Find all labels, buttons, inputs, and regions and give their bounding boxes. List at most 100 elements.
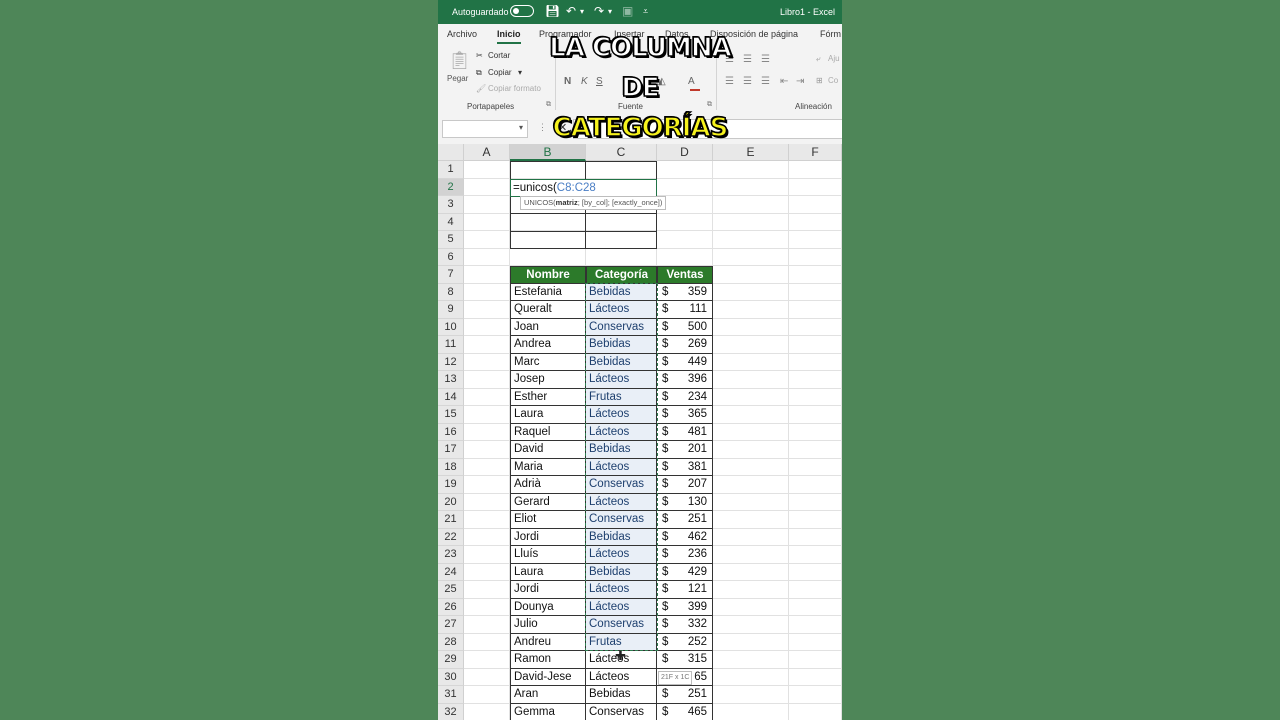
row-header-13[interactable]: 13 bbox=[438, 371, 464, 389]
table-cell-nombre[interactable]: Lluís bbox=[510, 546, 586, 564]
grid-cell[interactable] bbox=[464, 213, 510, 231]
table-cell-nombre[interactable]: Eliot bbox=[510, 511, 586, 529]
row-header-4[interactable]: 4 bbox=[438, 213, 464, 231]
table-cell-categoria[interactable]: Bebidas bbox=[586, 441, 657, 459]
grid-cell[interactable] bbox=[713, 668, 789, 686]
grid-cell[interactable] bbox=[713, 301, 789, 319]
table-cell-categoria[interactable]: Bebidas bbox=[586, 283, 657, 301]
grid-cell[interactable] bbox=[464, 231, 510, 249]
table-cell-nombre[interactable]: Joan bbox=[510, 318, 586, 336]
table-cell-ventas[interactable]: $121 bbox=[657, 581, 713, 599]
table-cell-nombre[interactable]: Marc bbox=[510, 353, 586, 371]
grid-cell[interactable] bbox=[464, 493, 510, 511]
table-header-cell[interactable]: Ventas bbox=[657, 266, 713, 284]
column-header-b[interactable]: B bbox=[510, 144, 586, 161]
grid-cell[interactable] bbox=[657, 231, 713, 249]
grid-cell[interactable] bbox=[464, 528, 510, 546]
grid-cell[interactable] bbox=[713, 546, 789, 564]
grid-cell[interactable] bbox=[464, 406, 510, 424]
table-cell-categoria[interactable]: Lácteos bbox=[586, 598, 657, 616]
row-header-6[interactable]: 6 bbox=[438, 248, 464, 266]
table-cell-categoria[interactable]: Lácteos bbox=[586, 406, 657, 424]
table-cell-nombre[interactable]: Gerard bbox=[510, 493, 586, 511]
grid-cell[interactable] bbox=[789, 651, 842, 669]
grid-cell[interactable] bbox=[789, 213, 842, 231]
grid-cell[interactable] bbox=[713, 598, 789, 616]
table-cell-ventas[interactable]: $130 bbox=[657, 493, 713, 511]
grid-cell[interactable] bbox=[464, 371, 510, 389]
grid-cell[interactable] bbox=[789, 388, 842, 406]
redo-dropdown-icon[interactable]: ▾ bbox=[608, 7, 612, 16]
grid-cell[interactable] bbox=[713, 563, 789, 581]
grid-cell[interactable] bbox=[713, 213, 789, 231]
table-cell-nombre[interactable]: Aran bbox=[510, 686, 586, 704]
table-header-cell[interactable]: Nombre bbox=[510, 266, 586, 284]
row-header-19[interactable]: 19 bbox=[438, 476, 464, 494]
table-cell-categoria[interactable]: Bebidas bbox=[586, 528, 657, 546]
table-cell-ventas[interactable]: $332 bbox=[657, 616, 713, 634]
grid-cell[interactable] bbox=[789, 616, 842, 634]
grid-cell[interactable] bbox=[464, 651, 510, 669]
customize-toolbar-icon[interactable]: ⩡ bbox=[643, 6, 648, 17]
grid-cell[interactable] bbox=[713, 318, 789, 336]
grid-cell[interactable] bbox=[464, 353, 510, 371]
table-cell-nombre[interactable]: Andrea bbox=[510, 336, 586, 354]
table-cell-nombre[interactable]: Jordi bbox=[510, 528, 586, 546]
grid-cell[interactable] bbox=[713, 651, 789, 669]
grid-cell[interactable] bbox=[789, 476, 842, 494]
row-header-3[interactable]: 3 bbox=[438, 196, 464, 214]
grid-cell[interactable] bbox=[713, 423, 789, 441]
table-cell-ventas[interactable]: $251 bbox=[657, 686, 713, 704]
grid-cell[interactable] bbox=[713, 231, 789, 249]
active-cell-b2[interactable]: =unicos(C8:C28 bbox=[510, 179, 657, 197]
grid-cell[interactable] bbox=[657, 213, 713, 231]
row-header-28[interactable]: 28 bbox=[438, 633, 464, 651]
table-cell-categoria[interactable]: Conservas bbox=[586, 318, 657, 336]
table-cell-nombre[interactable]: Andreu bbox=[510, 633, 586, 651]
grid-cell[interactable] bbox=[789, 231, 842, 249]
grid-cell[interactable] bbox=[789, 493, 842, 511]
table-cell-ventas[interactable]: $234 bbox=[657, 388, 713, 406]
table-cell-categoria[interactable]: Bebidas bbox=[586, 336, 657, 354]
row-header-2[interactable]: 2 bbox=[438, 178, 464, 196]
grid-cell[interactable] bbox=[713, 441, 789, 459]
table-cell-ventas[interactable]: $481 bbox=[657, 423, 713, 441]
grid-cell[interactable] bbox=[464, 266, 510, 284]
grid-cell[interactable] bbox=[464, 668, 510, 686]
grid-cell[interactable] bbox=[789, 266, 842, 284]
grid-cell[interactable] bbox=[789, 511, 842, 529]
grid-cell[interactable] bbox=[713, 458, 789, 476]
table-cell-categoria[interactable]: Bebidas bbox=[586, 353, 657, 371]
table-cell-ventas[interactable]: $251 bbox=[657, 511, 713, 529]
grid-cell[interactable] bbox=[789, 283, 842, 301]
row-header-18[interactable]: 18 bbox=[438, 458, 464, 476]
grid-cell[interactable] bbox=[713, 336, 789, 354]
table-cell-categoria[interactable]: Lácteos bbox=[586, 546, 657, 564]
grid-cell[interactable] bbox=[789, 703, 842, 720]
grid-cell[interactable] bbox=[464, 196, 510, 214]
table-cell-nombre[interactable]: Raquel bbox=[510, 423, 586, 441]
form-icon[interactable]: ▣ bbox=[622, 4, 633, 18]
row-header-29[interactable]: 29 bbox=[438, 651, 464, 669]
grid-cell[interactable] bbox=[789, 423, 842, 441]
table-cell-categoria[interactable]: Lácteos bbox=[586, 371, 657, 389]
table-cell-nombre[interactable]: Queralt bbox=[510, 301, 586, 319]
grid-cell[interactable] bbox=[789, 371, 842, 389]
grid-cell[interactable] bbox=[789, 318, 842, 336]
grid-cell[interactable] bbox=[464, 441, 510, 459]
table-cell-categoria[interactable]: Bebidas bbox=[586, 686, 657, 704]
row-header-32[interactable]: 32 bbox=[438, 703, 464, 720]
table-cell-nombre[interactable]: Gemma bbox=[510, 703, 586, 720]
table-cell-categoria[interactable]: Conservas bbox=[586, 616, 657, 634]
grid-cell[interactable] bbox=[789, 441, 842, 459]
grid-cell[interactable] bbox=[789, 546, 842, 564]
grid-cell[interactable] bbox=[464, 336, 510, 354]
grid-cell[interactable] bbox=[789, 458, 842, 476]
grid-cell[interactable] bbox=[713, 703, 789, 720]
grid-cell[interactable] bbox=[789, 581, 842, 599]
table-cell-ventas[interactable]: $359 bbox=[657, 283, 713, 301]
table-cell-categoria[interactable]: Lácteos bbox=[586, 458, 657, 476]
grid-cell[interactable] bbox=[713, 388, 789, 406]
grid-cell[interactable] bbox=[789, 598, 842, 616]
table-cell-nombre[interactable]: Maria bbox=[510, 458, 586, 476]
